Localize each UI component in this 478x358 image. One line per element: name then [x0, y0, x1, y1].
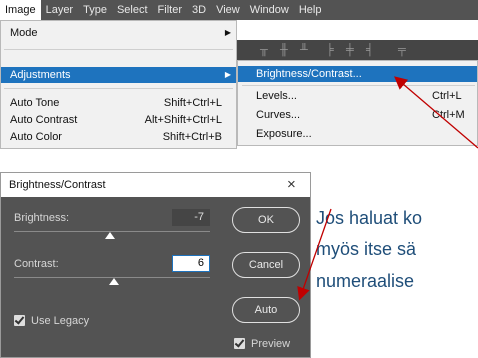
submenu-arrow-icon: ▶	[224, 28, 231, 37]
shortcut-label: Shift+Ctrl+B	[162, 131, 222, 143]
menu-item-label: Curves...	[256, 109, 301, 121]
image-menu: Mode ▶ Adjustments ▶ Auto Tone Shift+Ctr…	[0, 20, 237, 149]
menu-filter[interactable]: Filter	[153, 0, 187, 20]
close-icon[interactable]: ×	[287, 176, 296, 193]
menu-divider	[4, 49, 233, 50]
menu-item-auto-contrast[interactable]: Auto Contrast Alt+Shift+Ctrl+L	[1, 112, 236, 128]
shortcut-label: Ctrl+M	[432, 109, 465, 121]
menu-item-levels[interactable]: Levels... Ctrl+L	[238, 88, 477, 104]
contrast-value-input[interactable]: 6	[172, 255, 210, 272]
align-left-icon[interactable]: ╞	[326, 44, 334, 56]
menu-item-label: Brightness/Contrast...	[256, 68, 362, 80]
shortcut-label: Alt+Shift+Ctrl+L	[144, 114, 222, 126]
adjustments-submenu: Brightness/Contrast... Levels... Ctrl+L …	[237, 60, 478, 146]
menu-type[interactable]: Type	[78, 0, 112, 20]
menu-item-mode[interactable]: Mode ▶	[1, 25, 236, 41]
shortcut-label: Shift+Ctrl+L	[163, 97, 222, 109]
align-hcenter-icon[interactable]: ╪	[346, 44, 354, 56]
align-right-icon[interactable]: ╡	[366, 44, 374, 56]
dialog-titlebar[interactable]: Brightness/Contrast ×	[1, 173, 310, 197]
shortcut-label: Ctrl+L	[432, 90, 462, 102]
submenu-arrow-icon: ▶	[224, 70, 231, 79]
options-bar: ╥ ╫ ╨ ╞ ╪ ╡ ╤	[230, 40, 478, 61]
menu-item-auto-tone[interactable]: Auto Tone Shift+Ctrl+L	[1, 95, 236, 111]
menu-item-label: Levels...	[256, 90, 297, 102]
use-legacy-label: Use Legacy	[31, 315, 90, 327]
menu-item-auto-color[interactable]: Auto Color Shift+Ctrl+B	[1, 129, 236, 145]
menu-item-exposure[interactable]: Exposure...	[238, 126, 477, 142]
annotation-line-1: Jos haluat ko	[316, 208, 423, 228]
annotation-line-3: numeraalise	[316, 271, 415, 291]
align-vcenter-icon[interactable]: ╫	[280, 44, 288, 56]
auto-button[interactable]: Auto	[232, 297, 300, 323]
preview-checkbox[interactable]	[234, 338, 245, 349]
menu-window[interactable]: Window	[245, 0, 294, 20]
menu-divider	[242, 85, 475, 86]
contrast-label: Contrast:	[14, 258, 59, 270]
dialog-title: Brightness/Contrast	[9, 179, 106, 191]
menu-layer[interactable]: Layer	[41, 0, 79, 20]
use-legacy-checkbox[interactable]	[14, 315, 25, 326]
cancel-button[interactable]: Cancel	[232, 252, 300, 278]
align-bottom-icon[interactable]: ╨	[300, 44, 308, 56]
annotation-line-2: myös itse sä	[316, 239, 417, 259]
menu-item-label: Exposure...	[256, 128, 312, 140]
menu-item-adjustments[interactable]: Adjustments ▶	[1, 67, 236, 83]
brightness-slider-thumb[interactable]	[105, 232, 116, 239]
menu-item-label: Mode	[10, 27, 38, 39]
menu-item-label: Adjustments	[10, 69, 71, 81]
contrast-slider-thumb[interactable]	[108, 278, 119, 285]
menu-bar: Image Layer Type Select Filter 3D View W…	[0, 0, 478, 20]
menu-view[interactable]: View	[211, 0, 245, 20]
brightness-contrast-dialog: Brightness/Contrast × Brightness: -7 Con…	[0, 172, 311, 358]
menu-select[interactable]: Select	[112, 0, 153, 20]
ok-button[interactable]: OK	[232, 207, 300, 233]
menu-item-label: Auto Color	[10, 131, 62, 143]
menu-help[interactable]: Help	[294, 0, 327, 20]
menu-item-brightness-contrast[interactable]: Brightness/Contrast...	[238, 66, 477, 82]
menu-divider	[4, 88, 233, 89]
brightness-value-input[interactable]: -7	[172, 209, 210, 226]
menu-item-label: Auto Tone	[10, 97, 60, 109]
menu-item-label: Auto Contrast	[10, 114, 78, 126]
menu-3d[interactable]: 3D	[187, 0, 211, 20]
preview-label: Preview	[251, 338, 291, 350]
distribute-icon[interactable]: ╤	[398, 44, 406, 56]
align-top-icon[interactable]: ╥	[260, 44, 268, 56]
menu-image[interactable]: Image	[0, 0, 41, 20]
menu-item-curves[interactable]: Curves... Ctrl+M	[238, 107, 477, 123]
brightness-label: Brightness:	[14, 212, 70, 224]
